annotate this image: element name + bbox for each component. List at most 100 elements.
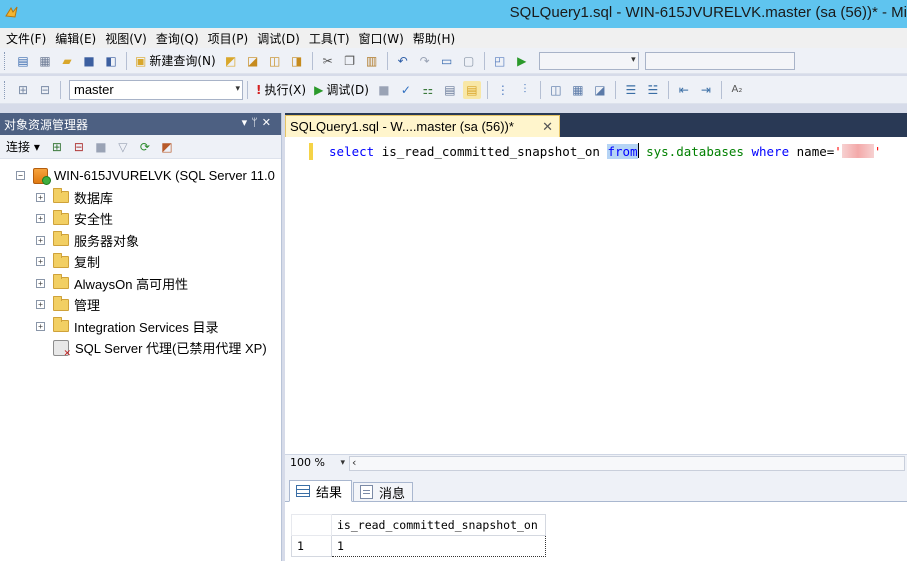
disconnect-icon[interactable]: ⊟ (70, 138, 88, 156)
query-line[interactable]: select is_read_committed_snapshot_on fro… (329, 143, 881, 160)
decrease-indent-icon[interactable]: ⇤ (675, 81, 693, 99)
menu-project[interactable]: 项目(P) (206, 30, 256, 47)
find-box[interactable] (644, 51, 795, 70)
stop-icon[interactable]: ■ (92, 138, 110, 156)
activity-monitor-icon[interactable]: ◰ (491, 52, 509, 70)
expand-icon[interactable]: + (36, 192, 45, 202)
redo-icon[interactable]: ↷ (416, 52, 434, 70)
client-statistics-icon[interactable]: ⫶ (516, 81, 534, 99)
menu-help[interactable]: 帮助(H) (411, 30, 462, 47)
row-number[interactable]: 1 (291, 535, 332, 557)
keyword-from: from (607, 144, 638, 159)
navigate-icon[interactable]: ▭ (438, 52, 456, 70)
new-query-button[interactable]: ▣ 新建查询(N) (135, 52, 216, 69)
increase-indent-icon[interactable]: ⇥ (697, 81, 715, 99)
xmla-query-icon[interactable]: ◨ (288, 52, 306, 70)
mdx-query-icon[interactable]: ◫ (266, 52, 284, 70)
zoom-dropdown[interactable]: 100 % ▾ (289, 456, 347, 471)
filter-icon[interactable]: ▽ (114, 138, 132, 156)
scroll-left-icon[interactable]: ‹ (352, 456, 356, 469)
expand-icon[interactable]: + (36, 321, 45, 331)
cut-icon[interactable]: ✂ (319, 52, 337, 70)
tree-node-management[interactable]: + 管理 (0, 294, 281, 316)
debug-button[interactable]: ▶ 调试(D) (314, 81, 369, 98)
connect-icon[interactable]: ⊞ (14, 81, 32, 99)
results-to-file-icon[interactable]: ◪ (591, 81, 609, 99)
new-project-icon[interactable]: ▤ (14, 52, 32, 70)
expand-icon[interactable]: + (36, 300, 45, 310)
analysis-query-icon[interactable]: ◪ (244, 52, 262, 70)
tree-node-server-objects[interactable]: + 服务器对象 (0, 230, 281, 252)
close-icon[interactable]: ✕ (542, 119, 553, 135)
change-connection-icon[interactable]: ⊟ (36, 81, 54, 99)
close-icon[interactable]: ✕ (262, 116, 275, 129)
tab-messages[interactable]: 消息 (353, 482, 413, 502)
specify-values-icon[interactable]: A₂ (728, 81, 746, 99)
database-engine-query-icon[interactable]: ◩ (222, 52, 240, 70)
menu-tools[interactable]: 工具(T) (307, 30, 357, 47)
uncomment-icon[interactable]: ☱ (644, 81, 662, 99)
results-grid: is_read_committed_snapshot_on 1 1 (291, 514, 546, 557)
expand-icon[interactable]: + (36, 278, 45, 288)
query-options-icon[interactable]: ▤ (441, 81, 459, 99)
start-icon[interactable]: ▶ (513, 52, 531, 70)
tree-node-server[interactable]: − WIN-615JVURELVK (SQL Server 11.0 (0, 165, 281, 187)
results-table: is_read_committed_snapshot_on 1 1 (291, 514, 546, 557)
paste-icon[interactable]: ▥ (363, 52, 381, 70)
keyword-select: select (329, 144, 375, 159)
results-to-grid-icon[interactable]: ▦ (569, 81, 587, 99)
tree-node-security[interactable]: + 安全性 (0, 208, 281, 230)
results-to-text-icon[interactable]: ◫ (547, 81, 565, 99)
menu-query[interactable]: 查询(Q) (154, 30, 206, 47)
copy-icon[interactable]: ❐ (341, 52, 359, 70)
menu-debug[interactable]: 调试(D) (255, 30, 307, 47)
toolbar-grip[interactable] (4, 51, 8, 70)
ssms-app-icon[interactable] (4, 5, 20, 21)
cancel-query-icon[interactable]: ■ (375, 81, 393, 99)
expand-icon[interactable]: + (36, 257, 45, 267)
include-plan-icon[interactable]: ⋮ (494, 81, 512, 99)
activity-icon[interactable]: ◩ (158, 138, 176, 156)
expand-icon[interactable]: + (36, 235, 45, 245)
connect-server-icon[interactable]: ⊞ (48, 138, 66, 156)
menu-file[interactable]: 文件(F) (4, 30, 53, 47)
intellisense-icon[interactable]: ▤ (462, 80, 481, 99)
toolbar-grip[interactable] (4, 80, 8, 99)
result-cell[interactable]: 1 (331, 535, 546, 557)
tree-node-databases[interactable]: + 数据库 (0, 187, 281, 209)
undo-icon[interactable]: ↶ (394, 52, 412, 70)
menu-edit[interactable]: 编辑(E) (53, 30, 103, 47)
collapse-icon[interactable]: − (16, 171, 25, 181)
menu-view[interactable]: 视图(V) (103, 30, 154, 47)
tree-node-alwayson[interactable]: + AlwaysOn 高可用性 (0, 273, 281, 295)
database-dropdown[interactable]: master ▾ (69, 79, 243, 100)
execute-button[interactable]: ! 执行(X) (256, 81, 306, 98)
tab-sqlquery1[interactable]: SQLQuery1.sql - W....master (sa (56))* ✕ (285, 115, 560, 137)
panel-dropdown-icon[interactable]: ▾ (242, 116, 252, 129)
open-file-icon[interactable]: ▰ (58, 52, 76, 70)
solution-config-dropdown[interactable]: ▾ (538, 51, 639, 70)
row-number-header[interactable] (291, 514, 332, 536)
refresh-icon[interactable]: ⟳ (136, 138, 154, 156)
tree-node-integration-services[interactable]: + Integration Services 目录 (0, 316, 281, 338)
new-query-icon: ▣ (135, 53, 147, 68)
save-icon[interactable]: ■ (80, 52, 98, 70)
sql-editor[interactable]: select is_read_committed_snapshot_on fro… (285, 137, 907, 454)
results-pane: 结果 消息 is_read_committed_snapshot_on 1 1 (285, 472, 907, 561)
menu-window[interactable]: 窗口(W) (357, 30, 411, 47)
column-header[interactable]: is_read_committed_snapshot_on (331, 514, 546, 536)
tree-node-replication[interactable]: + 复制 (0, 251, 281, 273)
add-item-icon[interactable]: ▦ (36, 52, 54, 70)
horizontal-scrollbar[interactable]: ‹ (349, 456, 905, 471)
expand-icon[interactable]: + (36, 214, 45, 224)
tree-node-sql-agent[interactable]: SQL Server 代理(已禁用代理 XP) (0, 337, 281, 359)
connect-dropdown[interactable]: 连接 ▾ (6, 138, 40, 155)
comment-out-icon[interactable]: ☰ (622, 81, 640, 99)
save-all-icon[interactable]: ◧ (102, 52, 120, 70)
parse-icon[interactable]: ✓ (397, 81, 415, 99)
estimated-plan-icon[interactable]: ⚏ (419, 81, 437, 99)
report-icon[interactable]: ▢ (460, 52, 478, 70)
tab-results[interactable]: 结果 (289, 480, 352, 502)
pin-icon[interactable]: ᛘ (251, 116, 262, 129)
folder-icon (53, 231, 69, 247)
